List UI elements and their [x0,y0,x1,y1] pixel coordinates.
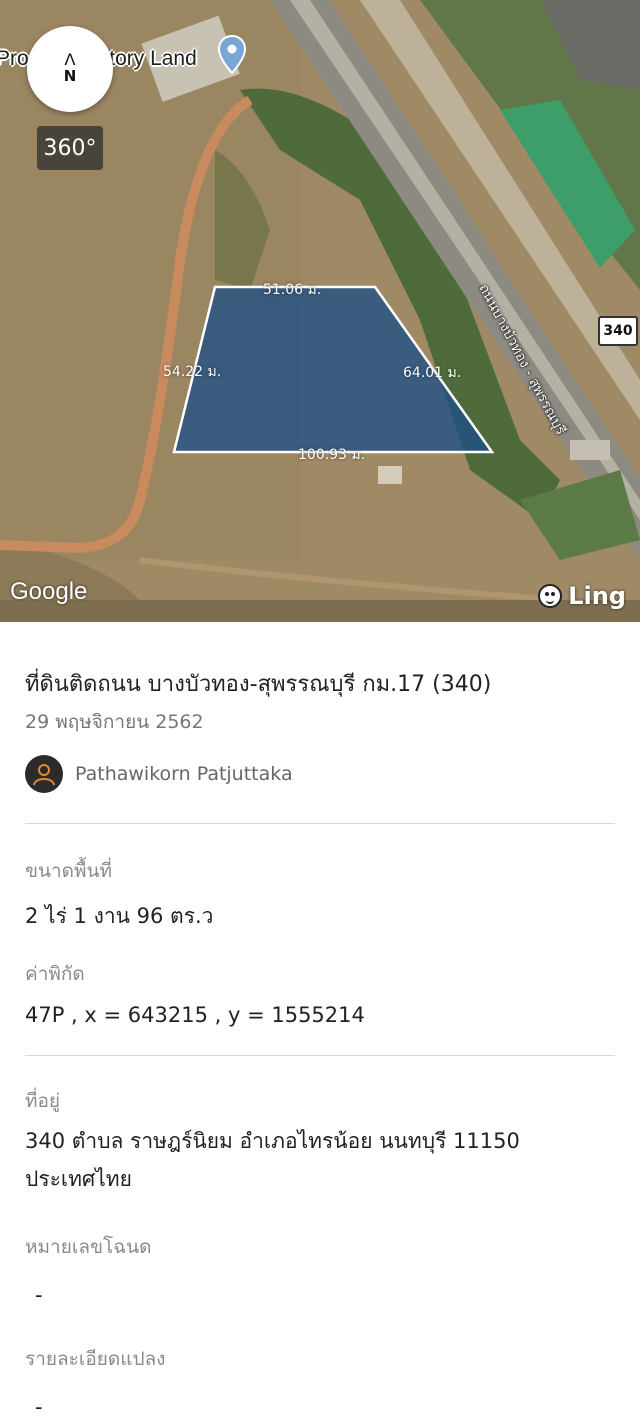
address-label: ที่อยู่ [25,1090,61,1112]
area-label: ขนาดพื้นที่ [25,860,113,882]
divider [25,823,615,824]
compass-button[interactable]: Λ N [27,26,113,112]
plot-detail-value: - [35,1395,43,1419]
area-value: 2 ไร่ 1 งาน 96 ตร.ว [25,904,214,928]
deed-number-value: - [35,1283,43,1307]
avatar[interactable] [25,755,63,793]
address-section: ที่อยู่ 340 ตำบล ราษฎร์นิยม อำเภอไทรน้อย… [0,1086,640,1426]
user-row[interactable]: Pathawikorn Patjuttaka [25,755,615,793]
view-360-button[interactable]: 360° [37,126,103,170]
satellite-map[interactable]: Product Factory Land Λ N 360° 51.06 ม. 5… [0,0,640,622]
listing-date: 29 พฤษจิกายน 2562 [25,711,204,733]
plot-detail-label: รายละเอียดแปลง [25,1348,166,1370]
divider [25,1055,615,1056]
monkey-logo-icon [538,584,563,608]
ling-brand: Ling [538,582,626,610]
google-logo: Google [10,578,88,605]
plot-dimension-bottom: 100.93 ม. [298,447,366,463]
coordinates-value: 47P , x = 643215 , y = 1555214 [25,1003,365,1027]
north-arrow-icon: Λ [64,50,76,69]
compass-north-label: N [63,67,77,85]
route-number-badge: 340 [598,316,638,346]
plot-dimension-right: 64.01 ม. [403,365,462,381]
details-section: ขนาดพื้นที่ 2 ไร่ 1 งาน 96 ตร.ว ค่าพิกัด… [0,856,640,1027]
coordinates-label: ค่าพิกัด [25,963,85,985]
address-line-1: 340 ตำบล ราษฎร์นิยม อำเภอไทรน้อย นนทบุรี… [25,1129,520,1153]
plot-dimension-top: 51.06 ม. [263,282,322,298]
address-line-2: ประเทศไทย [25,1167,132,1191]
user-name[interactable]: Pathawikorn Patjuttaka [75,763,293,785]
plot-dimension-left: 54.22 ม. [163,364,222,380]
deed-number-label: หมายเลขโฉนด [25,1236,152,1258]
ling-brand-text: Ling [568,582,626,610]
listing-header: ที่ดินติดถนน บางบัวทอง-สุพรรณบุรี กม.17 … [0,666,640,793]
location-pin-icon[interactable] [217,35,247,75]
listing-title: ที่ดินติดถนน บางบัวทอง-สุพรรณบุรี กม.17 … [25,672,492,697]
user-icon [33,764,55,786]
